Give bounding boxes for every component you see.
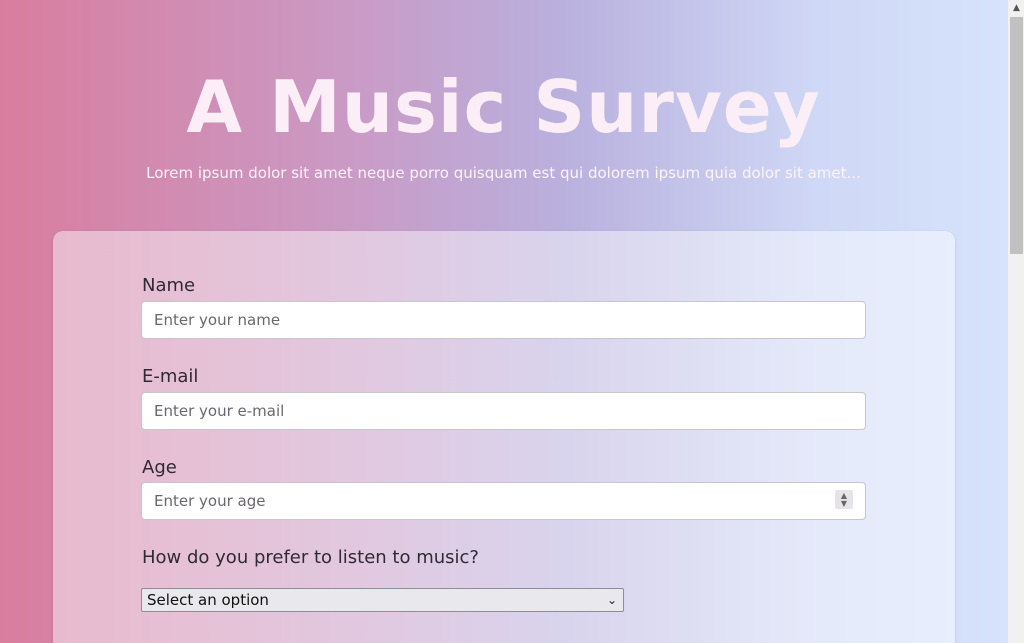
vertical-scrollbar[interactable]: ▲ [1007, 0, 1024, 643]
chevron-down-icon: ⌄ [606, 593, 617, 607]
page: A Music Survey Lorem ipsum dolor sit ame… [0, 0, 1007, 643]
name-label: Name [142, 275, 196, 296]
listen-select[interactable]: Select an option ⌄ [141, 588, 624, 612]
listen-select-value: Select an option [147, 591, 269, 609]
scroll-up-icon[interactable]: ▲ [1008, 0, 1024, 17]
email-input[interactable] [141, 392, 866, 430]
age-input[interactable] [141, 482, 866, 520]
survey-form: Name E-mail Age ▲ ▼ How do you prefer to… [53, 231, 955, 643]
spinner-down-icon[interactable]: ▼ [835, 500, 853, 508]
page-title: A Music Survey [186, 65, 821, 149]
email-label: E-mail [142, 366, 199, 387]
listen-question-label: How do you prefer to listen to music? [142, 547, 479, 568]
name-input[interactable] [141, 301, 866, 339]
age-label: Age [142, 457, 177, 478]
scrollbar-thumb[interactable] [1010, 17, 1023, 254]
page-subtitle: Lorem ipsum dolor sit amet neque porro q… [146, 164, 861, 182]
age-spinner[interactable]: ▲ ▼ [835, 490, 853, 509]
